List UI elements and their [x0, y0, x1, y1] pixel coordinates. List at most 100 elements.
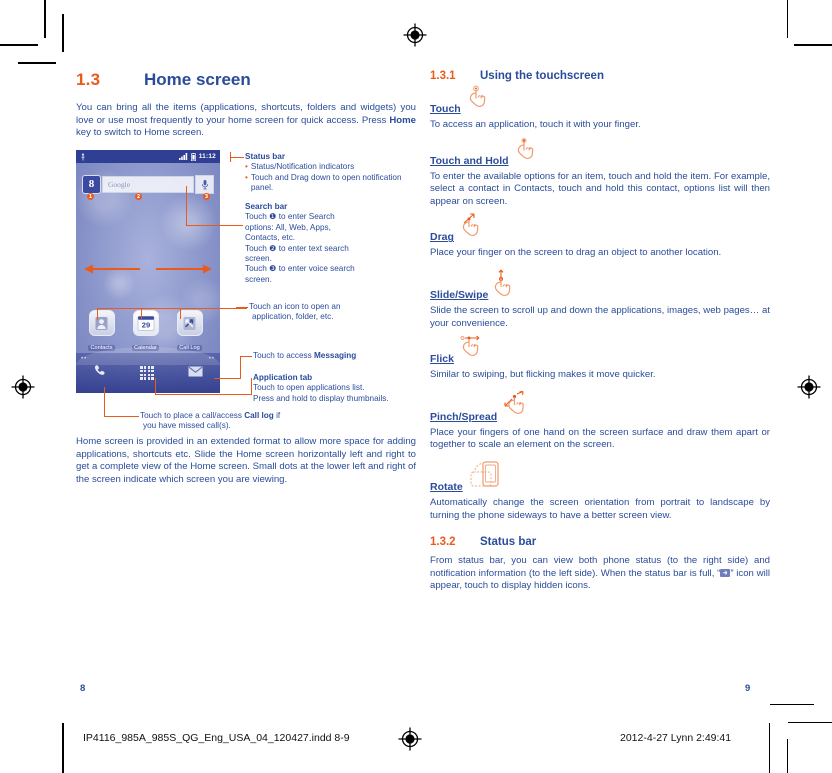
- callout-line: Touch an icon to open an: [249, 302, 341, 311]
- gesture-text-touch: To access an application, touch it with …: [430, 119, 641, 130]
- contacts-icon: [88, 310, 115, 336]
- home-screen-illustration: 11:12 8 Google 1 2 3 Contacts 29 Calenda…: [76, 150, 220, 393]
- callout-line: you have missed call(s).: [143, 421, 231, 431]
- gesture-heading-touch: Touch: [430, 85, 770, 115]
- callout-marker-1: 1: [87, 193, 94, 200]
- gesture-text-slide: Slide the screen to scroll up and down t…: [430, 304, 770, 329]
- intro-paragraph: You can bring all the items (application…: [76, 102, 416, 139]
- leader-status-bar-tick: [230, 152, 232, 162]
- gesture-text-rotate: Automatically change the screen orientat…: [430, 496, 770, 521]
- callout-line: Touch ❷ to enter text search: [245, 243, 349, 253]
- touch-hold-hand-icon: [515, 136, 543, 167]
- leader-search-h: [186, 225, 243, 227]
- left-outro-block: Home screen is provided in an extended f…: [76, 436, 416, 495]
- app-icon-contacts[interactable]: Contacts: [84, 310, 119, 354]
- svg-text:29: 29: [141, 321, 149, 330]
- leader-calllog-v: [104, 387, 106, 417]
- callout-bullet-text: Status/Notification indicators: [250, 162, 355, 172]
- crop-mark-tr-h: [794, 44, 832, 46]
- leader-icons-h: [97, 308, 247, 310]
- section-number: 1.3.2: [430, 536, 456, 549]
- callout-status-bar: Status bar • Status/Notification indicato…: [245, 152, 415, 194]
- leader-messaging-h2: [214, 378, 241, 380]
- callout-line: screen.: [245, 254, 272, 264]
- statusbar-text-pre: From status bar, you can view both phone…: [430, 555, 770, 579]
- swipe-arrows: [82, 262, 214, 276]
- callout-line: Touch to open applications list.: [253, 383, 365, 393]
- callout-line: Touch ❶ to enter Search: [245, 212, 335, 222]
- callout-text: Touch to access: [253, 351, 314, 360]
- touch-hand-icon: [467, 84, 495, 115]
- callout-bullet: • Touch and Drag down to open notificatio…: [245, 173, 415, 194]
- callout-open-application: Touch an icon to open an application, fo…: [249, 302, 414, 323]
- crop-mark-tl2-h: [18, 62, 56, 64]
- status-clock: 11:12: [198, 153, 216, 160]
- callout-title: Application tab: [253, 373, 313, 382]
- gesture-heading-slide: Slide/Swipe: [430, 269, 770, 301]
- phone-dock: •• ••: [76, 347, 220, 393]
- bullet-icon: •: [245, 172, 248, 182]
- callout-bold: Messaging: [313, 351, 357, 360]
- leader-status-bar: [230, 157, 244, 159]
- callout-bullet: • Status/Notification indicators: [245, 162, 415, 172]
- app-icon-call-log[interactable]: Call Log: [172, 310, 207, 354]
- usb-icon: [81, 152, 85, 160]
- page-canvas: 1.3 Home screen You can bring all the it…: [0, 0, 832, 773]
- crop-mark-br-h: [788, 721, 832, 723]
- gesture-name: Touch: [430, 103, 461, 115]
- intro-bold: Home: [389, 114, 416, 126]
- gesture-heading-flick: Flick: [430, 335, 770, 366]
- callout-line: screen.: [245, 274, 272, 284]
- leader-calllog-h: [104, 416, 139, 418]
- bullet-icon: •: [245, 162, 248, 172]
- gesture-name: Rotate: [430, 480, 463, 493]
- callout-text: Touch to place a call/access: [140, 411, 245, 420]
- gesture-text-drag: Place your finger on the screen to drag …: [430, 247, 722, 259]
- callout-line: Press and hold to display thumbnails.: [253, 393, 389, 403]
- footer-filename: IP4116_985A_985S_QG_Eng_USA_04_120427.in…: [83, 732, 350, 744]
- left-column: 1.3 Home screen You can bring all the it…: [76, 70, 416, 149]
- gesture-text-flick: Similar to swiping, but flicking makes i…: [430, 369, 656, 381]
- crop-mark-tl-h: [0, 44, 38, 46]
- page-number-left: 8: [80, 683, 86, 694]
- leader-icons-v3: [180, 308, 182, 319]
- section-touchscreen-heading: 1.3.1 Using the touchscreen: [430, 70, 770, 82]
- gesture-heading-pinch: Pinch/Spread: [430, 390, 770, 423]
- status-right-icons: 11:12: [178, 152, 216, 161]
- search-input[interactable]: Google: [102, 175, 194, 193]
- phone-icon[interactable]: [93, 364, 106, 382]
- pinch-spread-hand-icon: [503, 390, 537, 427]
- crop-mark-tr-v: [786, 0, 788, 38]
- callout-marker-3: 3: [203, 193, 210, 200]
- google-logo-icon[interactable]: 8: [82, 174, 101, 194]
- gesture-text-touch-hold: To enter the available options for an it…: [430, 170, 770, 207]
- messaging-icon[interactable]: [188, 364, 203, 382]
- search-bar-widget[interactable]: 8 Google: [82, 173, 214, 195]
- leader-apptab-h: [155, 394, 252, 396]
- callout-search-bar: Search bar Touch ❶ to enter Search optio…: [245, 202, 415, 285]
- gesture-heading-rotate: Rotate: [430, 461, 770, 493]
- callout-marker-2: 2: [135, 193, 142, 200]
- crop-mark-br2-h: [770, 703, 814, 705]
- crop-mark-tl2-v: [62, 14, 64, 52]
- gesture-text-pinch: Place your fingers of one hand on the sc…: [430, 426, 770, 451]
- gesture-name: Touch and Hold: [430, 154, 509, 167]
- section-title: Status bar: [480, 536, 537, 549]
- rotate-phone-icon: [469, 460, 513, 499]
- gesture-name: Flick: [430, 353, 454, 366]
- callout-line: Touch ❸ to enter voice search: [245, 264, 355, 274]
- statusbar-paragraph: From status bar, you can view both phone…: [430, 555, 770, 593]
- callout-messaging: Touch to access Messaging: [253, 351, 418, 361]
- callout-text-post: if: [273, 411, 281, 420]
- gesture-name: Pinch/Spread: [430, 410, 498, 423]
- footer-timestamp: 2012-4-27 Lynn 2:49:41: [620, 732, 732, 744]
- microphone-icon[interactable]: [195, 174, 214, 194]
- registration-target-left: [10, 374, 36, 400]
- right-column: 1.3.1 Using the touchscreen Touch To acc…: [430, 70, 770, 602]
- status-left-icons: [80, 152, 179, 161]
- leader-messaging: [240, 356, 252, 358]
- page-number-right: 9: [745, 683, 751, 694]
- gesture-name: Slide/Swipe: [430, 288, 489, 301]
- leader-icons-v2: [141, 308, 143, 319]
- application-tab-icon[interactable]: [140, 366, 154, 380]
